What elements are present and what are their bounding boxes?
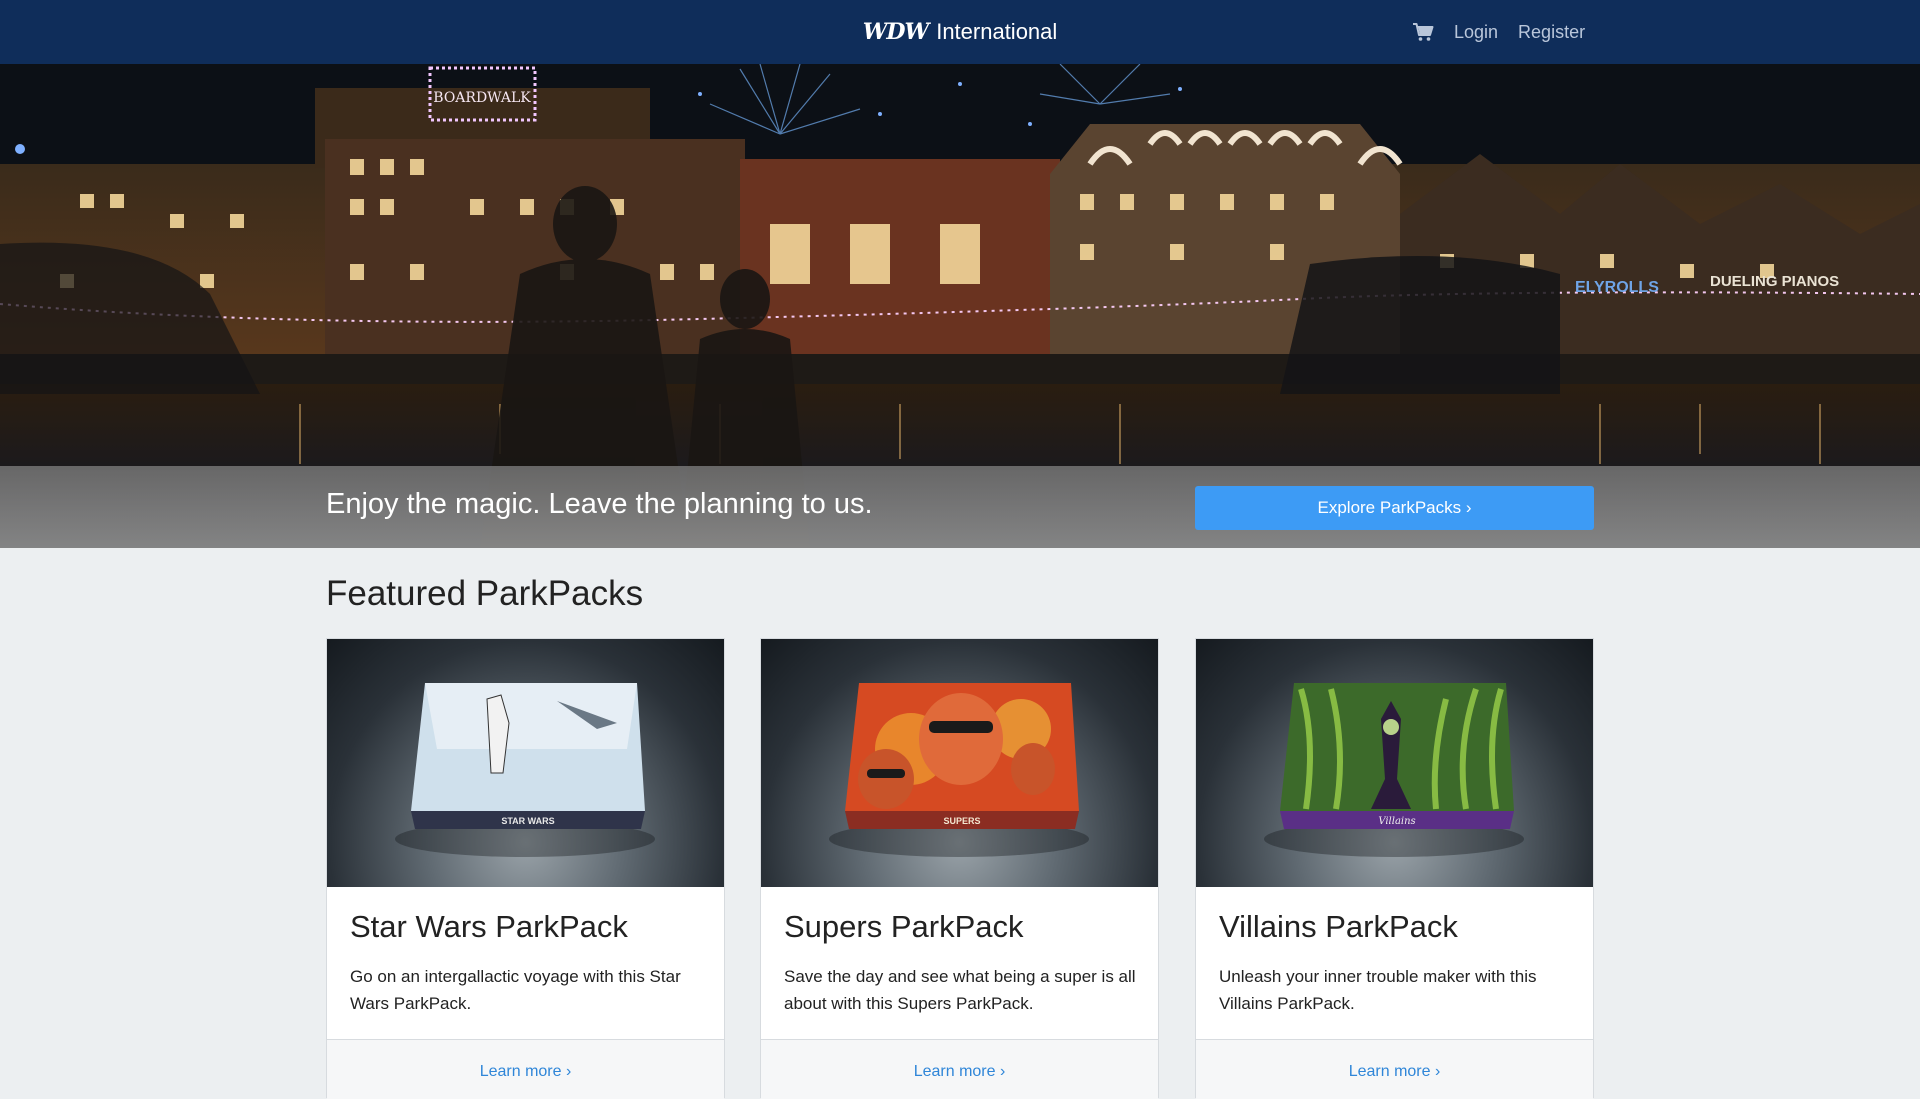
brand: WDW International xyxy=(0,0,1920,64)
villains-box-label: Villains xyxy=(1378,816,1415,827)
parkpack-card-supers[interactable]: SUPERS Supers ParkPack Save the day and … xyxy=(760,638,1159,1099)
card-footer: Learn more › xyxy=(327,1039,724,1099)
boardwalk-sign: BOARDWALK xyxy=(433,90,531,106)
villains-box-image[interactable]: Villains xyxy=(1196,639,1593,887)
card-title: Villains ParkPack xyxy=(1219,909,1458,944)
login-link[interactable]: Login xyxy=(1454,22,1498,43)
star-wars-box-image[interactable]: STAR WARS xyxy=(327,639,724,887)
card-description: Go on an intergallactic voyage with this… xyxy=(350,967,681,1013)
elyrolls-sign: ELYROLLS xyxy=(1575,279,1659,296)
card-description: Unleash your inner trouble maker with th… xyxy=(1219,967,1537,1013)
supers-box-image[interactable]: SUPERS xyxy=(761,639,1158,887)
parkpack-card-star-wars[interactable]: STAR WARS Star Wars ParkPack Go on an in… xyxy=(326,638,725,1099)
parkpack-card-villains[interactable]: Villains Villains ParkPack Unleash your … xyxy=(1195,638,1594,1099)
featured-section-title: Featured ParkPacks xyxy=(326,574,644,613)
register-link[interactable]: Register xyxy=(1518,22,1585,43)
hero-tagline: Enjoy the magic. Leave the planning to u… xyxy=(326,488,873,520)
hero-banner: BOARDWALK DUELING PIANOS ELYROLLS Enjoy … xyxy=(0,64,1920,548)
brand-name[interactable]: International xyxy=(936,19,1057,45)
learn-more-link[interactable]: Learn more › xyxy=(327,1063,724,1081)
brand-logo[interactable]: WDW xyxy=(863,19,929,45)
card-footer: Learn more › xyxy=(1196,1039,1593,1099)
card-footer: Learn more › xyxy=(761,1039,1158,1099)
nav-right: Login Register xyxy=(1412,0,1585,64)
learn-more-link[interactable]: Learn more › xyxy=(761,1063,1158,1081)
top-navbar: WDW International Login Register xyxy=(0,0,1920,64)
star-wars-box-label: STAR WARS xyxy=(501,816,554,826)
card-title: Supers ParkPack xyxy=(784,909,1024,944)
shopping-cart-icon[interactable] xyxy=(1412,22,1434,42)
learn-more-link[interactable]: Learn more › xyxy=(1196,1063,1593,1081)
card-description: Save the day and see what being a super … xyxy=(784,967,1136,1013)
explore-parkpacks-button[interactable]: Explore ParkPacks › xyxy=(1195,486,1594,530)
dueling-pianos-sign: DUELING PIANOS xyxy=(1710,273,1839,290)
hero-tagline-bar xyxy=(0,466,1920,548)
supers-box-label: SUPERS xyxy=(943,816,980,826)
card-title: Star Wars ParkPack xyxy=(350,909,628,944)
